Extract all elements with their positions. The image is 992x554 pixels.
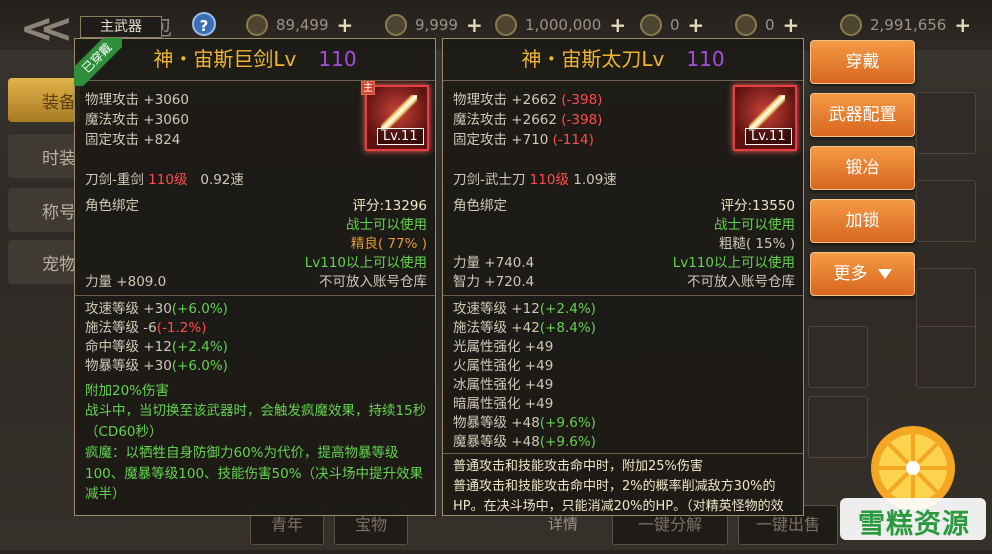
sword-icon xyxy=(381,95,417,131)
quality: 精良( 77% ) xyxy=(350,236,427,252)
sword-icon xyxy=(749,95,785,131)
lock-button[interactable]: 加锁 xyxy=(810,199,915,243)
resource-5: 0 + xyxy=(735,13,799,37)
add-icon[interactable]: + xyxy=(609,13,626,37)
stat-magic: 魔法攻击 +3060 xyxy=(85,112,189,128)
stat-phys: 物理攻击 +2662 (-398) xyxy=(453,92,603,108)
bind-type: 角色绑定 xyxy=(85,198,139,214)
base-stat-str: 力量 +809.0 xyxy=(85,274,167,290)
effect-desc: 普通攻击和技能攻击命中时，附加25%伤害 xyxy=(453,459,703,474)
bag-slot[interactable] xyxy=(916,180,976,242)
extra-stat: 冰属性强化 +49 xyxy=(453,377,554,393)
bag-slot[interactable] xyxy=(808,326,868,388)
extra-stat: 光属性强化 +49 xyxy=(453,339,554,355)
quality: 粗糙( 15% ) xyxy=(718,236,795,252)
weapon-type: 刀剑-重剑 110级 0.92速 xyxy=(85,172,244,188)
extra-stat: 火属性强化 +49 xyxy=(453,358,554,374)
coin-icon xyxy=(385,14,407,36)
main-weapon-tag: 主武器 xyxy=(80,16,162,38)
extra-stat: 魔暴等级 +48(+9.6%) xyxy=(453,434,596,450)
bag-slot[interactable] xyxy=(916,268,976,330)
equipped-badge: 已穿戴 xyxy=(74,38,122,86)
extra-stat: 攻速等级 +30(+6.0%) xyxy=(85,301,228,317)
wear-button[interactable]: 穿戴 xyxy=(810,40,915,84)
job-req: 战士可以使用 xyxy=(346,217,427,233)
resource-2: 9,999 + xyxy=(385,13,483,37)
extra-stat: 物暴等级 +30(+6.0%) xyxy=(85,358,228,374)
stat-magic: 魔法攻击 +2662 (-398) xyxy=(453,112,603,128)
extra-stat: 攻速等级 +12(+2.4%) xyxy=(453,301,596,317)
medal-icon xyxy=(735,14,757,36)
stat-phys: 物理攻击 +3060 xyxy=(85,92,189,108)
gold-icon xyxy=(495,14,517,36)
extra-stat: 暗属性强化 +49 xyxy=(453,396,554,412)
effect-desc: 普通攻击和技能攻击命中时，2%的概率削减敌方30%的HP。在决斗场中，只能消减2… xyxy=(453,479,784,514)
add-icon[interactable]: + xyxy=(954,13,971,37)
resource-3: 1,000,000 + xyxy=(495,13,626,37)
compare-weapon-panel: 神・宙斯太刀Lv 110 Lv.11 物理攻击 +2662 (-398) 魔法攻击… xyxy=(442,38,804,516)
gem-icon xyxy=(840,14,862,36)
resource-6: 2,991,656 + xyxy=(840,13,971,37)
bag-slot[interactable] xyxy=(916,326,976,388)
extra-stat: 命中等级 +12(+2.4%) xyxy=(85,339,228,355)
tab-title[interactable]: 称号 xyxy=(8,188,80,232)
dropdown-arrow-icon xyxy=(877,269,892,279)
weapon-title: 神・宙斯巨剑Lv 110 xyxy=(75,39,435,81)
equipped-weapon-panel: 神・宙斯巨剑Lv 110 Lv.11 主 物理攻击 +3060 魔法攻击 +306… xyxy=(74,38,436,516)
divider xyxy=(75,295,435,296)
more-button[interactable]: 更多 xyxy=(810,252,915,296)
tab-equipment[interactable]: 装备 xyxy=(8,78,80,122)
job-req: 战士可以使用 xyxy=(714,217,795,233)
tab-pet[interactable]: 宠物 xyxy=(8,240,80,284)
bind-type: 角色绑定 xyxy=(453,198,507,214)
add-icon[interactable]: + xyxy=(337,13,354,37)
score: 评分:13296 xyxy=(352,198,428,214)
storage-note: 不可放入账号仓库 xyxy=(319,274,427,290)
bag-slot[interactable] xyxy=(916,92,976,154)
extra-stat: 施法等级 -6(-1.2%) xyxy=(85,320,207,336)
effect-desc: 战斗中，当切换至该武器时，会触发疯魔效果，持续15秒（CD60秒） xyxy=(85,403,427,440)
base-stat-str: 力量 +740.4 xyxy=(453,255,535,271)
main-mark-icon: 主 xyxy=(361,81,375,95)
weapon-icon[interactable]: Lv.11 xyxy=(733,85,797,151)
add-icon[interactable]: + xyxy=(688,13,705,37)
weapon-title: 神・宙斯太刀Lv 110 xyxy=(443,39,803,81)
help-icon[interactable]: ? xyxy=(192,12,216,36)
resource-4: 0 + xyxy=(640,13,704,37)
divider xyxy=(443,295,803,296)
forge-button[interactable]: 锻冶 xyxy=(810,146,915,190)
crystal-icon xyxy=(246,14,268,36)
divider xyxy=(443,453,803,454)
level-req: Lv110以上可以使用 xyxy=(304,255,427,271)
token-icon xyxy=(640,14,662,36)
base-stat-int: 智力 +720.4 xyxy=(453,274,535,290)
level-req: Lv110以上可以使用 xyxy=(672,255,795,271)
tab-fashion[interactable]: 时装 xyxy=(8,134,80,178)
score: 评分:13550 xyxy=(720,198,796,214)
add-icon[interactable]: + xyxy=(783,13,800,37)
effect-title: 附加20%伤害 xyxy=(85,383,170,399)
weapon-type: 刀剑-武士刀 110级 1.09速 xyxy=(453,172,617,188)
extra-stat: 物暴等级 +48(+9.6%) xyxy=(453,415,596,431)
watermark-logo: 雪糕资源 xyxy=(838,420,988,550)
resource-1: 89,499 + xyxy=(246,13,353,37)
storage-note: 不可放入账号仓库 xyxy=(687,274,795,290)
weapon-config-button[interactable]: 武器配置 xyxy=(810,93,915,137)
back-icon[interactable]: << xyxy=(20,6,73,52)
effect-desc: 疯魔：以牺牲自身防御力60%为代价，提高物暴等级100、魔暴等级100、技能伤害… xyxy=(85,445,424,502)
stat-fixed: 固定攻击 +824 xyxy=(85,132,181,148)
extra-stat: 施法等级 +42(+8.4%) xyxy=(453,320,596,336)
add-icon[interactable]: + xyxy=(466,13,483,37)
stat-fixed: 固定攻击 +710 (-114) xyxy=(453,132,594,148)
